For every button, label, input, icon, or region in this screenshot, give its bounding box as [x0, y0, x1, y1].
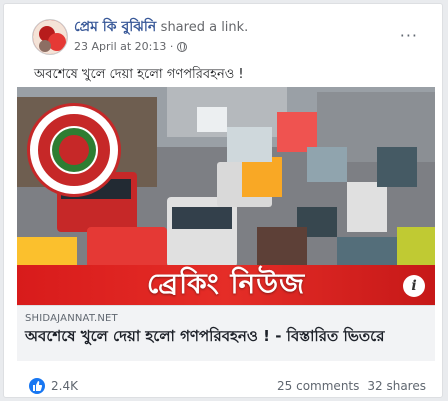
shares-count[interactable]: 32 shares — [367, 379, 426, 393]
author-avatar[interactable] — [32, 19, 68, 55]
link-preview-details[interactable]: SHIDAJANNAT.NET অবশেষে খুলে দেয়া হলো গণ… — [17, 305, 435, 361]
more-options-icon[interactable]: ··· — [400, 26, 418, 45]
link-domain: SHIDAJANNAT.NET — [25, 313, 118, 324]
like-count[interactable]: 2.4K — [51, 379, 78, 393]
post-meta: 23 April at 20:13 · — [74, 40, 188, 53]
breaking-news-text: ব্রেকিং নিউজ — [146, 266, 306, 300]
post-header: প্রেম কি বুঝিনি shared a link. — [74, 17, 248, 38]
author-name[interactable]: প্রেম কি বুঝিনি — [74, 19, 156, 35]
link-preview-image[interactable]: ব্রেকিং নিউজ i — [17, 87, 435, 305]
breaking-news-banner: ব্রেকিং নিউজ — [17, 265, 435, 305]
comments-count[interactable]: 25 comments — [277, 379, 359, 393]
like-reaction-icon[interactable] — [29, 378, 45, 394]
link-title[interactable]: অবশেষে খুলে দেয়া হলো গণপরিবহনও ! - বিস্… — [25, 327, 427, 345]
post-timestamp[interactable]: 23 April at 20:13 · — [74, 40, 173, 53]
post-text: অবশেষে খুলে দেয়া হলো গণপরিবহনও ! — [34, 67, 244, 82]
government-seal-logo — [27, 103, 121, 197]
post-action: shared a link. — [160, 20, 249, 35]
post-footer: 2.4K 25 comments 32 shares — [29, 376, 426, 396]
post-card: প্রেম কি বুঝিনি shared a link. 23 April … — [3, 3, 443, 398]
info-icon[interactable]: i — [403, 275, 425, 297]
globe-icon — [177, 41, 188, 52]
